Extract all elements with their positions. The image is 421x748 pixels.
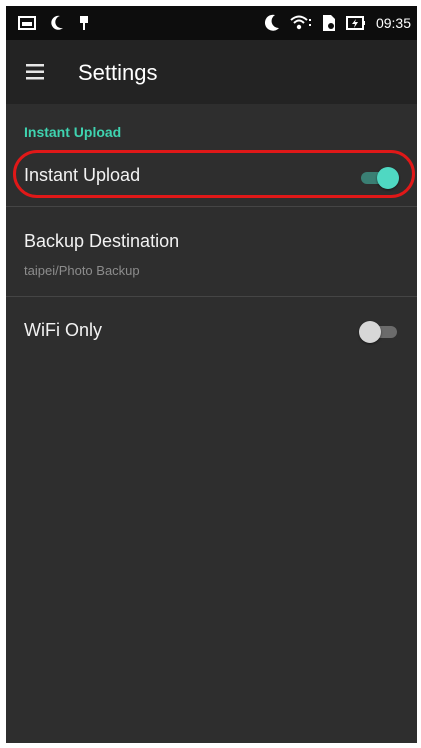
- pin-icon: [78, 15, 90, 31]
- wifi-icon: [290, 14, 312, 32]
- battery-charging-icon: [345, 15, 366, 31]
- moon-icon: [50, 15, 64, 31]
- toggle-thumb: [359, 321, 381, 343]
- status-bar-right: 09:35: [264, 6, 411, 40]
- wifi-only-row[interactable]: WiFi Only: [6, 297, 417, 367]
- status-time: 09:35: [375, 15, 411, 31]
- phone-screen: 09:35 Settings Instant Upload Instant Up…: [6, 6, 417, 743]
- sim-icon: [322, 14, 336, 32]
- page-title: Settings: [78, 60, 158, 85]
- instant-upload-label: Instant Upload: [24, 165, 141, 185]
- wifi-only-toggle[interactable]: [359, 320, 399, 344]
- wifi-only-label: WiFi Only: [24, 320, 102, 340]
- status-bar: 09:35: [6, 6, 417, 40]
- backup-destination-value: taipei/Photo Backup: [24, 263, 140, 278]
- instant-upload-toggle[interactable]: [359, 166, 399, 190]
- app-bar: Settings: [6, 40, 417, 104]
- toggle-thumb: [377, 167, 399, 189]
- backup-destination-row[interactable]: Backup Destination taipei/Photo Backup: [6, 207, 417, 295]
- instant-upload-row[interactable]: Instant Upload: [6, 152, 417, 204]
- gallery-icon: [18, 16, 36, 30]
- section-header: Instant Upload: [24, 124, 122, 140]
- status-bar-left: [18, 6, 90, 40]
- hamburger-menu-icon[interactable]: [24, 60, 48, 84]
- backup-destination-label: Backup Destination: [24, 231, 180, 251]
- moon-icon: [264, 14, 280, 32]
